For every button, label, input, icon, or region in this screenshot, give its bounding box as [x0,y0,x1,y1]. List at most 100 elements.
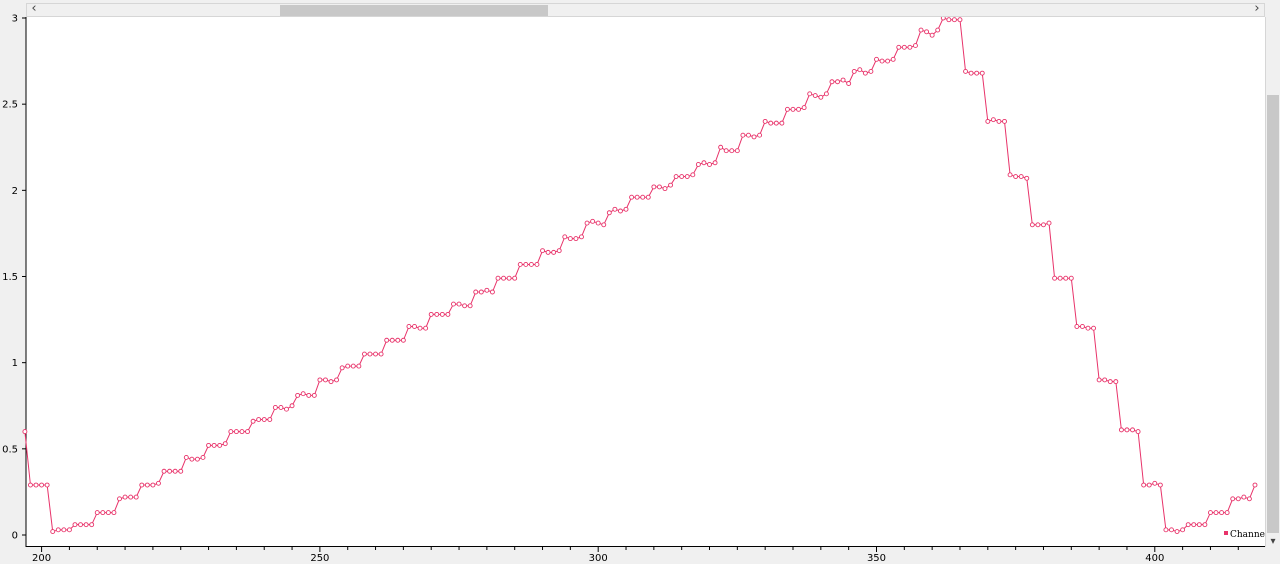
data-point [812,93,818,99]
data-point [1180,527,1186,533]
data-point [1252,482,1258,488]
data-point [55,527,61,533]
data-point [534,261,540,267]
data-point [462,303,468,309]
data-point [228,429,234,435]
data-point [1057,275,1063,281]
data-point [924,29,930,35]
data-point [1213,510,1219,516]
data-point [751,134,757,140]
data-point [1146,482,1152,488]
data-point [323,377,328,383]
data-point [690,172,696,178]
data-point [217,442,223,448]
data-point [929,32,935,38]
data-point [1079,324,1085,329]
data-point [489,289,495,295]
data-point [267,417,273,422]
data-point [361,351,367,357]
x-axis-ticks: 200 250 300 350 400 [32,547,1239,564]
data-point [484,287,490,293]
data-point [601,222,607,228]
data-point [857,67,863,73]
data-point [1024,175,1030,181]
data-point [790,106,796,112]
data-point [66,527,72,533]
data-point [718,144,724,150]
y-tick-label: 2.5 [2,100,18,111]
data-point [567,236,573,242]
data-point [412,324,417,329]
data-point [167,468,173,474]
data-point [579,234,584,240]
data-point [684,174,690,180]
data-point [284,406,289,412]
data-point [595,220,601,226]
data-point [350,363,356,369]
data-point [1235,496,1241,502]
data-point [345,363,351,369]
data-point [245,429,250,435]
data-point [823,91,829,97]
data-point [1241,494,1247,500]
data-point [1052,275,1058,281]
chevron-left-icon[interactable]: ‹ [27,2,41,16]
data-point [1063,275,1069,281]
data-point [111,510,117,516]
data-point [328,379,334,385]
data-point [1107,379,1113,385]
data-point [261,417,267,422]
data-point [701,160,707,166]
data-point [951,17,957,23]
data-point [189,456,195,462]
data-point [618,208,623,214]
vertical-scrollbar-thumb[interactable] [1267,95,1279,533]
horizontal-scrollbar[interactable]: ‹ › [26,2,1265,17]
data-point [1141,482,1147,488]
data-point [1196,522,1202,528]
chevron-right-icon[interactable]: › [1250,2,1264,16]
data-point [456,301,462,307]
data-point [668,182,673,188]
legend-swatch-channel1 [1224,531,1228,535]
chevron-down-icon[interactable]: ▾ [1266,535,1280,549]
data-point [990,117,996,123]
data-point [517,261,523,267]
data-point [818,94,824,100]
data-point [105,510,111,516]
data-point [33,482,39,488]
data-point [974,70,980,76]
data-point [423,325,429,331]
vertical-scrollbar[interactable]: ▾ [1265,17,1279,547]
data-point [373,351,378,357]
data-point [1219,510,1225,516]
data-point [885,58,891,64]
data-point [211,442,217,448]
data-point [868,68,874,74]
data-point [1018,174,1024,180]
data-point [1118,427,1124,433]
data-point [673,174,679,180]
data-point [311,392,317,398]
data-point [367,351,373,357]
data-point [50,529,56,534]
data-point [762,118,768,124]
data-point [1157,482,1163,488]
data-point [846,81,852,86]
data-point [907,44,913,50]
data-point [1046,220,1052,226]
data-point [150,482,156,488]
data-point [334,377,340,383]
data-point [662,186,668,192]
data-point [395,337,401,343]
data-point [807,91,813,97]
data-point [851,68,857,74]
data-point [935,27,941,33]
data-point [467,303,473,309]
data-point [434,311,440,317]
data-point [156,480,161,486]
data-point [1013,174,1019,180]
y-tick-label: 1 [12,358,18,369]
horizontal-scrollbar-thumb[interactable] [280,5,548,16]
data-point [1113,379,1119,385]
